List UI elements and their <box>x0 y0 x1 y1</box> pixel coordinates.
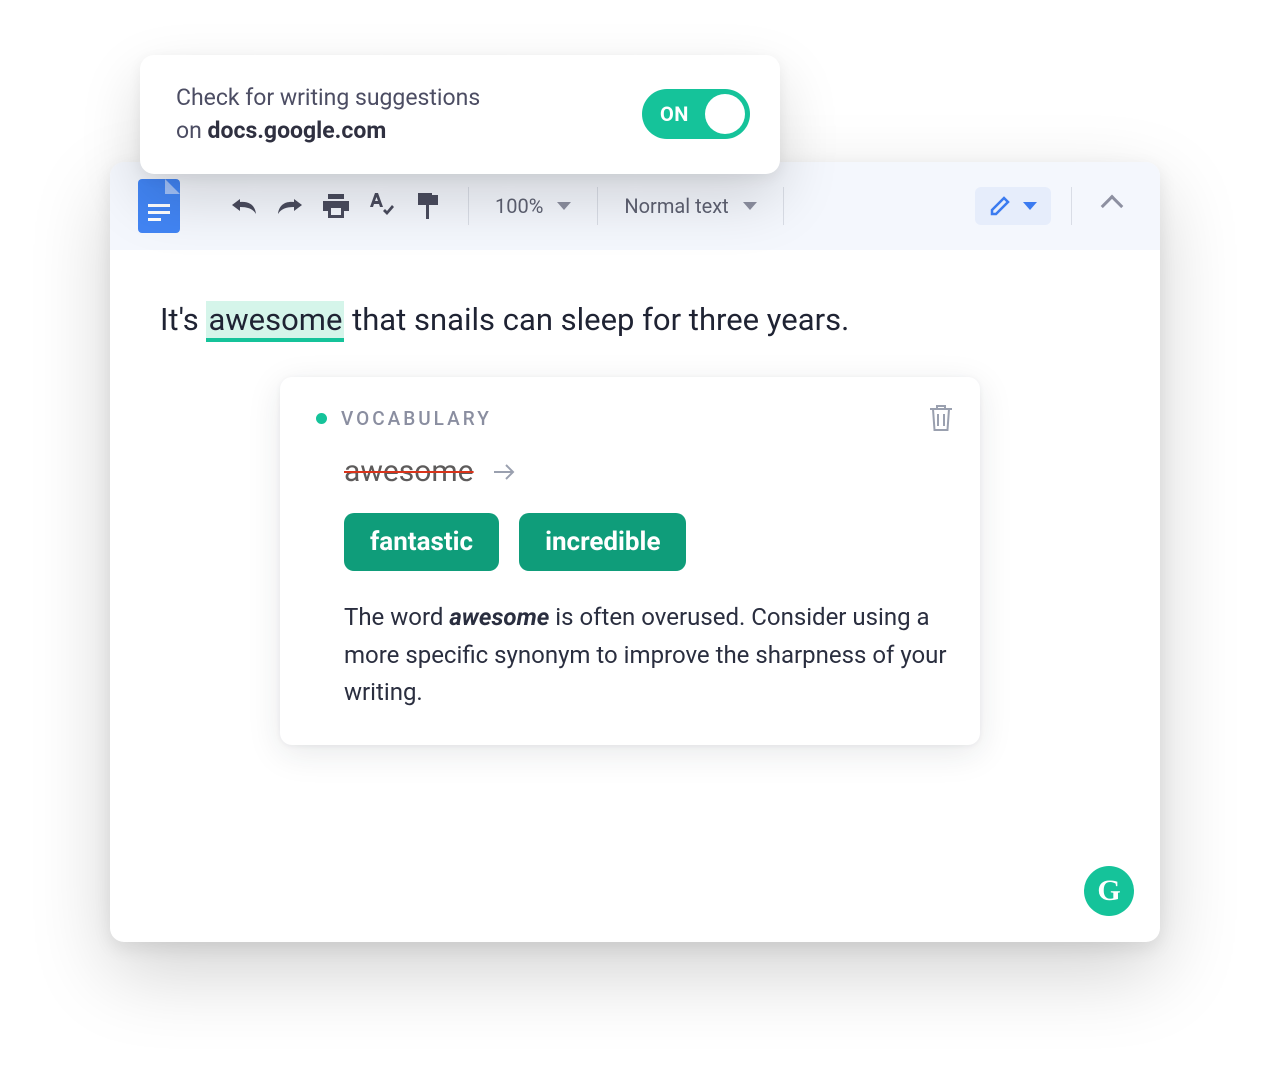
chevron-down-icon <box>557 202 571 210</box>
document-sentence[interactable]: It's awesome that snails can sleep for t… <box>160 298 1110 341</box>
chevron-up-icon <box>1101 195 1124 218</box>
toolbar-separator <box>597 187 598 225</box>
toolbar-separator <box>783 187 784 225</box>
editing-mode-button[interactable] <box>975 187 1051 225</box>
undo-icon <box>230 196 258 216</box>
toggle-knob <box>705 94 745 134</box>
replacement-chips: fantastic incredible <box>344 513 948 571</box>
document-body[interactable]: It's awesome that snails can sleep for t… <box>110 250 1160 745</box>
suggestion-category: VOCABULARY <box>341 407 492 430</box>
arrow-right-icon <box>492 462 516 482</box>
suggestions-toggle[interactable]: ON <box>642 89 750 139</box>
zoom-dropdown[interactable]: 100% <box>489 194 577 218</box>
spellcheck-icon <box>369 193 395 219</box>
spellcheck-button[interactable] <box>362 186 402 226</box>
emphasized-word: awesome <box>449 603 549 631</box>
dismiss-suggestion-button[interactable] <box>928 403 954 433</box>
suggestion-card: VOCABULARY awesome fantastic incredible <box>280 377 980 745</box>
chevron-down-icon <box>743 202 757 210</box>
print-button[interactable] <box>316 186 356 226</box>
collapse-toolbar-button[interactable] <box>1092 186 1132 226</box>
category-dot-icon <box>316 413 327 424</box>
ext-domain: docs.google.com <box>208 117 387 144</box>
ext-line2-prefix: on <box>176 117 208 144</box>
extension-popup: Check for writing suggestions on docs.go… <box>140 55 780 174</box>
grammarly-badge-button[interactable]: G <box>1084 866 1134 916</box>
toolbar-separator <box>1071 187 1072 225</box>
redo-button[interactable] <box>270 186 310 226</box>
highlighted-word[interactable]: awesome <box>206 301 344 342</box>
extension-text: Check for writing suggestions on docs.go… <box>176 81 480 148</box>
card-header: VOCABULARY <box>316 407 948 430</box>
chevron-down-icon <box>1023 202 1037 210</box>
grammarly-g-icon: G <box>1097 874 1120 908</box>
replacement-chip[interactable]: incredible <box>519 513 686 571</box>
toolbar-separator <box>468 187 469 225</box>
original-word: awesome <box>344 454 474 489</box>
sentence-pre: It's <box>160 301 206 338</box>
replacement-chip[interactable]: fantastic <box>344 513 499 571</box>
undo-button[interactable] <box>224 186 264 226</box>
google-docs-logo-icon[interactable] <box>138 179 180 233</box>
paint-format-icon <box>416 193 440 219</box>
redo-icon <box>276 196 304 216</box>
paint-format-button[interactable] <box>408 186 448 226</box>
suggestion-explanation: The word awesome is often overused. Cons… <box>344 599 948 711</box>
sentence-post: that snails can sleep for three years. <box>344 301 849 338</box>
print-icon <box>323 194 349 218</box>
pencil-icon <box>989 195 1011 217</box>
style-value: Normal text <box>624 194 728 218</box>
original-word-row: awesome <box>344 454 948 489</box>
docs-window: 100% Normal text It's awesome that sn <box>110 162 1160 942</box>
ext-line1: Check for writing suggestions <box>176 84 480 111</box>
toggle-on-label: ON <box>660 102 689 126</box>
docs-toolbar: 100% Normal text <box>110 162 1160 250</box>
trash-icon <box>928 403 954 433</box>
style-dropdown[interactable]: Normal text <box>618 194 762 218</box>
zoom-value: 100% <box>495 194 543 218</box>
